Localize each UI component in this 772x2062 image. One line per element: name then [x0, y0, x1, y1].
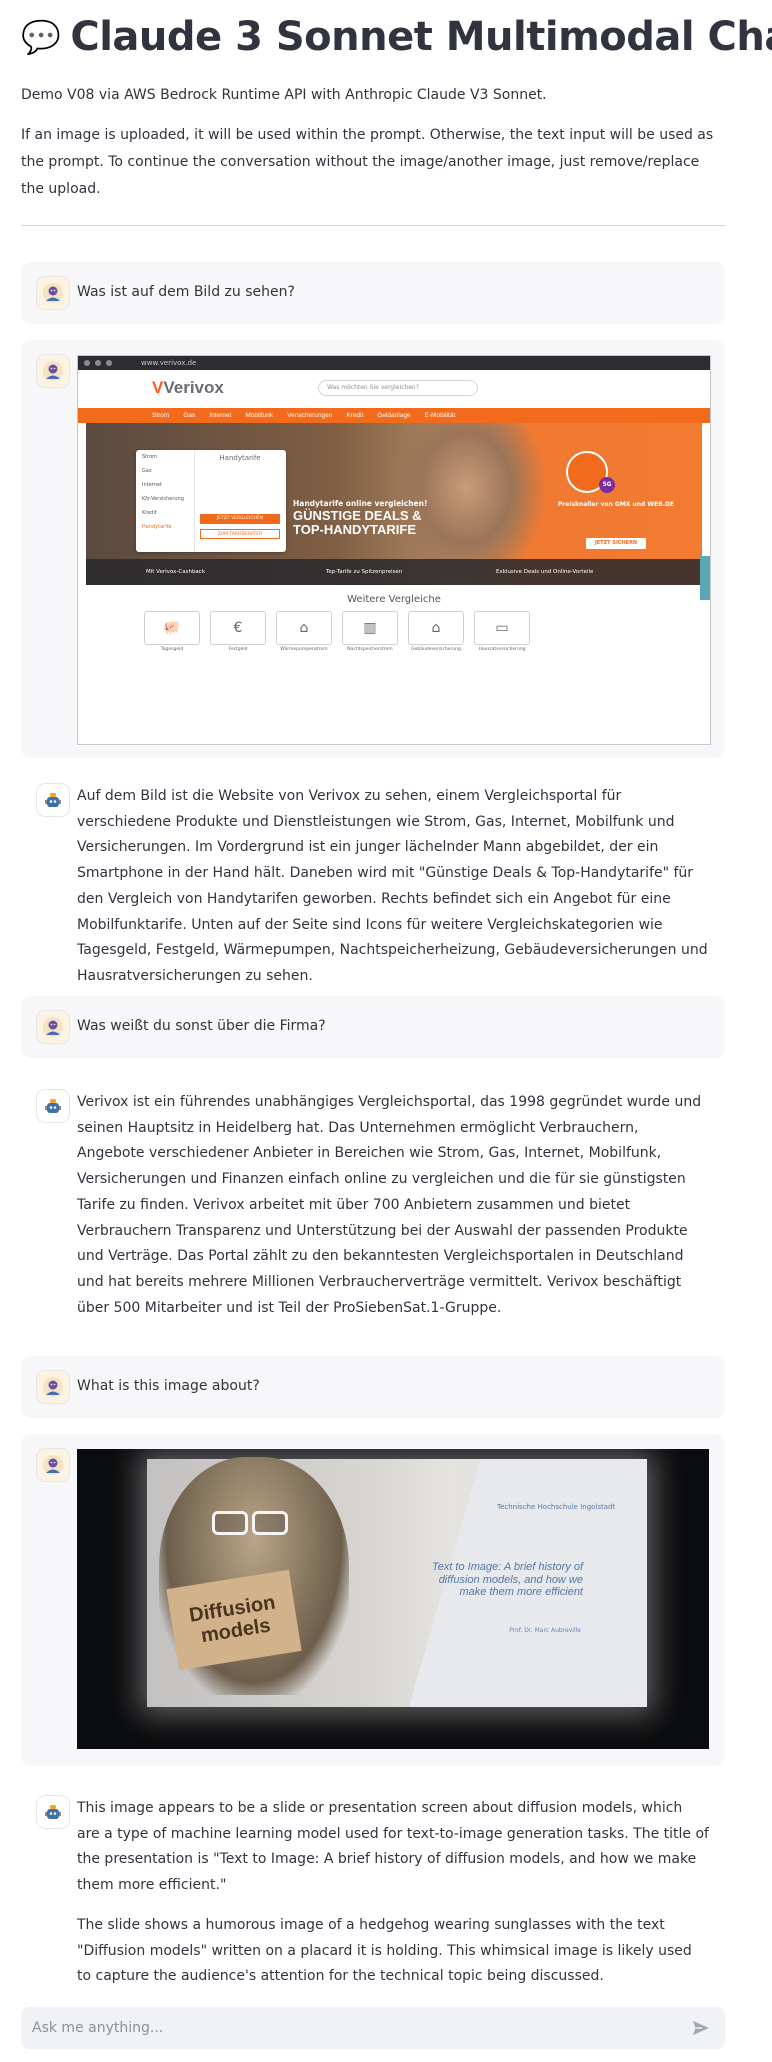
hero-subtitle: Handytarife online vergleichen!	[293, 499, 428, 508]
compare-button: JETZT VERGLEICHEN	[200, 514, 280, 524]
nav-item: Mobilfunk	[245, 412, 274, 419]
promo-text: Preisknaller von GMX und WEB.DE	[557, 501, 675, 508]
chat-message-assistant: This image appears to be a slide or pres…	[21, 1786, 725, 1996]
page-title-text: Claude 3 Sonnet Multimodal Chat	[70, 14, 772, 60]
message-paragraph: Verivox ist ein führendes unabhängiges V…	[77, 1094, 702, 1316]
nav-item: E-Mobilität	[424, 412, 456, 419]
heat-pump-icon: ⌂	[276, 611, 332, 645]
form-category: Kredit	[142, 510, 157, 516]
user-avatar-icon	[37, 1011, 69, 1043]
chat-input[interactable]	[30, 2019, 683, 2037]
message-paragraph: This image appears to be a slide or pres…	[77, 1800, 709, 1894]
assistant-robot-icon	[37, 1796, 69, 1828]
comparison-label: Nachtspeicherstrom	[347, 647, 393, 652]
speech-bubble-icon: 💬	[21, 18, 61, 56]
benefit-item: Exklusive Deals und Online-Vorteile	[496, 569, 594, 575]
verivox-nav: Strom Gas Internet Mobilfunk Versicherun…	[78, 408, 710, 423]
user-avatar-icon	[37, 1449, 69, 1481]
form-category: Kfz-Versicherung	[142, 496, 184, 502]
slide-title: Text to Image: A brief history of diffus…	[431, 1561, 583, 1598]
comparison-label: Festgeld	[228, 647, 248, 652]
message-text: Verivox ist ein führendes unabhängiges V…	[77, 1090, 709, 1335]
form-title: Handytarife	[219, 454, 261, 462]
chat-message-user: What is this image about?	[21, 1356, 725, 1418]
building-insurance-icon: ⌂	[408, 611, 464, 645]
piggy-bank-icon: 🐖	[144, 611, 200, 645]
promo-button: JETZT SICHERN	[586, 538, 646, 549]
chat-message-user: Was ist auf dem Bild zu sehen?	[21, 262, 725, 324]
university-logo: Technische Hochschule Ingolstadt	[497, 1503, 616, 1511]
verivox-logo-text: Verivox	[163, 378, 224, 397]
comparison-icons: 🐖 € ⌂ ▥ ⌂ ▭	[144, 611, 530, 645]
app-page: 💬 Claude 3 Sonnet Multimodal Chat Demo V…	[0, 0, 772, 2062]
user-avatar-icon	[37, 355, 69, 387]
comparison-labels: Tagesgeld Festgeld Wärmepumpenstrom Nach…	[144, 647, 530, 652]
page-title: 💬 Claude 3 Sonnet Multimodal Chat	[21, 14, 772, 60]
nav-item: Internet	[209, 412, 232, 419]
message-paragraph: The slide shows a humorous image of a he…	[77, 1916, 692, 1985]
divider	[21, 225, 725, 226]
intro-instructions: If an image is uploaded, it will be used…	[21, 127, 714, 197]
form-category: Handytarife	[142, 524, 172, 530]
message-text: This image appears to be a slide or pres…	[77, 1796, 709, 2004]
tariff-form: Strom Gas Internet Kfz-Versicherung Kred…	[136, 450, 286, 552]
chat-message-assistant: Verivox ist ein führendes unabhängiges V…	[21, 1080, 725, 1330]
comparison-label: Hausratversicherung	[478, 647, 526, 652]
advisor-button: ZUM TARIFBERATER	[200, 529, 280, 539]
diffusion-models-slide-photo: Diffusion models Technische Hochschule I…	[77, 1449, 709, 1749]
send-arrow-icon	[693, 2021, 709, 2035]
comparisons-title: Weitere Vergleiche	[347, 594, 441, 605]
comparison-label: Gebäudeversicherung	[411, 647, 461, 652]
sofa-icon: ▭	[474, 611, 530, 645]
hero-title: GÜNSTIGE DEALS & TOP-HANDYTARIFE	[293, 508, 422, 537]
5g-badge: 5G	[599, 477, 615, 493]
feedback-tab	[700, 556, 710, 600]
nav-item: Versicherungen	[287, 412, 333, 419]
message-text: Was weißt du sonst über die Firma?	[77, 1018, 326, 1034]
user-avatar-icon	[37, 1371, 69, 1403]
verivox-search: Was möchten Sie vergleichen?	[318, 380, 478, 396]
comparison-label: Wärmepumpenstrom	[280, 647, 328, 652]
message-text: Auf dem Bild ist die Website von Verivox…	[77, 784, 709, 1004]
user-avatar-icon	[37, 277, 69, 309]
form-category: Internet	[142, 482, 162, 488]
verivox-hero: Strom Gas Internet Kfz-Versicherung Kred…	[86, 423, 702, 585]
message-text: What is this image about?	[77, 1378, 260, 1394]
assistant-robot-icon	[37, 784, 69, 816]
comparison-label: Tagesgeld	[160, 647, 184, 652]
benefit-item: Top-Tarife zu Spitzenpreisen	[326, 569, 403, 575]
benefit-item: Mit Verivox-Cashback	[146, 569, 206, 575]
intro-text: Demo V08 via AWS Bedrock Runtime API wit…	[21, 87, 547, 103]
night-storage-heater-icon: ▥	[342, 611, 398, 645]
send-button[interactable]	[683, 2010, 719, 2046]
chat-message-user-image: Diffusion models Technische Hochschule I…	[21, 1434, 725, 1766]
nav-item: Kredit	[346, 412, 364, 419]
nav-item: Geldanlage	[377, 412, 411, 419]
form-category: Gas	[142, 468, 152, 474]
sunglasses-icon	[212, 1511, 290, 1537]
chat-message-user-image: www.verivox.de VVerivox Was möchten Sie …	[21, 340, 725, 758]
verivox-website-screenshot: www.verivox.de VVerivox Was möchten Sie …	[77, 355, 711, 745]
browser-url: www.verivox.de	[141, 359, 197, 367]
chat-message-assistant: Auf dem Bild ist die Website von Verivox…	[21, 774, 725, 984]
verivox-logo: VVerivox	[152, 378, 224, 397]
euro-coin-icon: €	[210, 611, 266, 645]
chat-message-user: Was weißt du sonst über die Firma?	[21, 996, 725, 1058]
nav-item: Gas	[183, 412, 196, 419]
benefit-bar: Mit Verivox-Cashback Top-Tarife zu Spitz…	[86, 559, 702, 585]
chat-input-bar	[21, 2007, 725, 2049]
message-text: Was ist auf dem Bild zu sehen?	[77, 284, 295, 300]
browser-chrome: www.verivox.de	[78, 356, 710, 370]
assistant-robot-icon	[37, 1090, 69, 1122]
form-category: Strom	[142, 454, 158, 460]
slide-author: Prof. Dr. Marc Aubreville	[509, 1627, 581, 1634]
nav-item: Strom	[152, 412, 170, 419]
message-paragraph: Auf dem Bild ist die Website von Verivox…	[77, 788, 708, 984]
